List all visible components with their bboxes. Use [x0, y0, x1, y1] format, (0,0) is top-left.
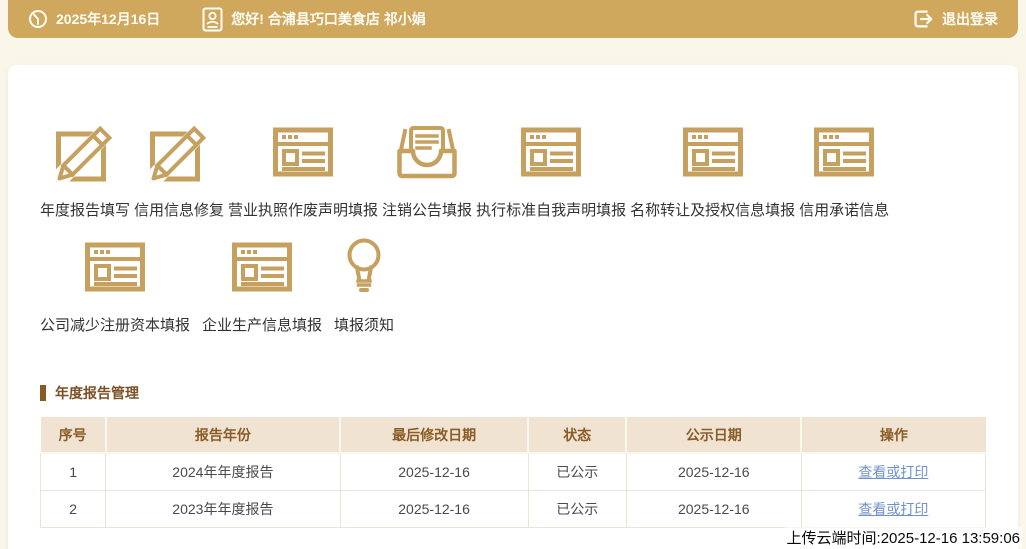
menu-item-label: 填报须知	[334, 317, 394, 335]
menu-item-name-transfer[interactable]: 名称转让及授权信息填报	[630, 120, 795, 220]
menu-item-label: 名称转让及授权信息填报	[630, 202, 795, 220]
section-marker	[40, 385, 46, 401]
menu-row-2: 公司减少注册资本填报 企业生产信息填报 填报须知	[40, 235, 394, 335]
logout-button[interactable]: 退出登录	[910, 7, 998, 31]
table-row: 2 2023年年度报告 2025-12-16 已公示 2025-12-16 查看…	[41, 490, 986, 527]
menu-item-credit-commitment[interactable]: 信用承诺信息	[799, 120, 889, 220]
table-row: 1 2024年年度报告 2025-12-16 已公示 2025-12-16 查看…	[41, 453, 986, 490]
form-icon	[681, 125, 745, 179]
menu-item-production-info[interactable]: 企业生产信息填报	[202, 235, 322, 335]
inbox-icon	[395, 124, 459, 180]
menu-item-annual-report[interactable]: 年度报告填写	[40, 120, 130, 220]
form-icon	[519, 125, 583, 179]
main-card: 年度报告填写 信用信息修复 营业执照作废声明填报 注销公告填报 执行标准自我声明…	[8, 65, 1018, 549]
section-title: 年度报告管理	[55, 383, 139, 403]
menu-item-capital-reduction[interactable]: 公司减少注册资本填报	[40, 235, 190, 335]
menu-item-label: 信用承诺信息	[799, 202, 889, 220]
cell-year: 2023年年度报告	[106, 490, 340, 527]
form-icon	[83, 240, 147, 294]
logout-icon	[910, 7, 934, 31]
menu-row-1: 年度报告填写 信用信息修复 营业执照作废声明填报 注销公告填报 执行标准自我声明…	[40, 120, 889, 220]
menu-item-label: 年度报告填写	[40, 202, 130, 220]
menu-item-license-void[interactable]: 营业执照作废声明填报	[228, 120, 378, 220]
id-badge-icon	[202, 7, 223, 32]
col-header-year: 报告年份	[106, 417, 340, 453]
cell-status: 已公示	[528, 490, 626, 527]
col-header-action: 操作	[801, 417, 985, 453]
cell-action: 查看或打印	[801, 453, 985, 490]
form-icon	[812, 125, 876, 179]
topbar-greeting: 您好! 合浦县巧口美食店 祁小娟	[231, 9, 425, 29]
menu-item-filing-notice[interactable]: 填报须知	[334, 235, 394, 335]
clock-icon	[28, 9, 48, 29]
cell-index: 1	[41, 453, 106, 490]
menu-item-standard-declaration[interactable]: 执行标准自我声明填报	[476, 120, 626, 220]
upload-time-text: 上传云端时间:2025-12-16 13:59:06	[785, 527, 1022, 548]
col-header-index: 序号	[41, 417, 106, 453]
form-icon	[271, 125, 335, 179]
logout-label: 退出登录	[942, 9, 998, 29]
cell-publish-date: 2025-12-16	[626, 453, 801, 490]
form-icon	[230, 240, 294, 294]
cell-status: 已公示	[528, 453, 626, 490]
edit-icon	[53, 121, 117, 183]
menu-item-label: 公司减少注册资本填报	[40, 317, 190, 335]
greeting-group: 您好! 合浦县巧口美食店 祁小娟	[202, 7, 425, 32]
menu-item-label: 营业执照作废声明填报	[228, 202, 378, 220]
annual-report-table: 序号 报告年份 最后修改日期 状态 公示日期 操作 1 2024年年度报告 20…	[40, 417, 986, 528]
cell-modified: 2025-12-16	[340, 453, 528, 490]
cell-year: 2024年年度报告	[106, 453, 340, 490]
annual-report-section-header: 年度报告管理	[40, 383, 139, 403]
menu-item-label: 注销公告填报	[382, 202, 472, 220]
col-header-modified: 最后修改日期	[340, 417, 528, 453]
col-header-status: 状态	[528, 417, 626, 453]
menu-item-label: 企业生产信息填报	[202, 317, 322, 335]
menu-item-label: 信用信息修复	[134, 202, 224, 220]
col-header-publish-date: 公示日期	[626, 417, 801, 453]
topbar-date: 2025年12月16日	[56, 9, 160, 29]
topbar: 2025年12月16日 您好! 合浦县巧口美食店 祁小娟 退出登录	[8, 0, 1018, 38]
menu-item-deregistration[interactable]: 注销公告填报	[382, 120, 472, 220]
date-group: 2025年12月16日	[28, 9, 160, 29]
cell-modified: 2025-12-16	[340, 490, 528, 527]
view-or-print-link[interactable]: 查看或打印	[858, 464, 928, 480]
edit-icon	[147, 121, 211, 183]
cell-index: 2	[41, 490, 106, 527]
menu-item-label: 执行标准自我声明填报	[476, 202, 626, 220]
cell-action: 查看或打印	[801, 490, 985, 527]
menu-item-credit-repair[interactable]: 信用信息修复	[134, 120, 224, 220]
table-header-row: 序号 报告年份 最后修改日期 状态 公示日期 操作	[41, 417, 986, 453]
cell-publish-date: 2025-12-16	[626, 490, 801, 527]
view-or-print-link[interactable]: 查看或打印	[858, 501, 928, 517]
bulb-icon	[340, 236, 388, 298]
